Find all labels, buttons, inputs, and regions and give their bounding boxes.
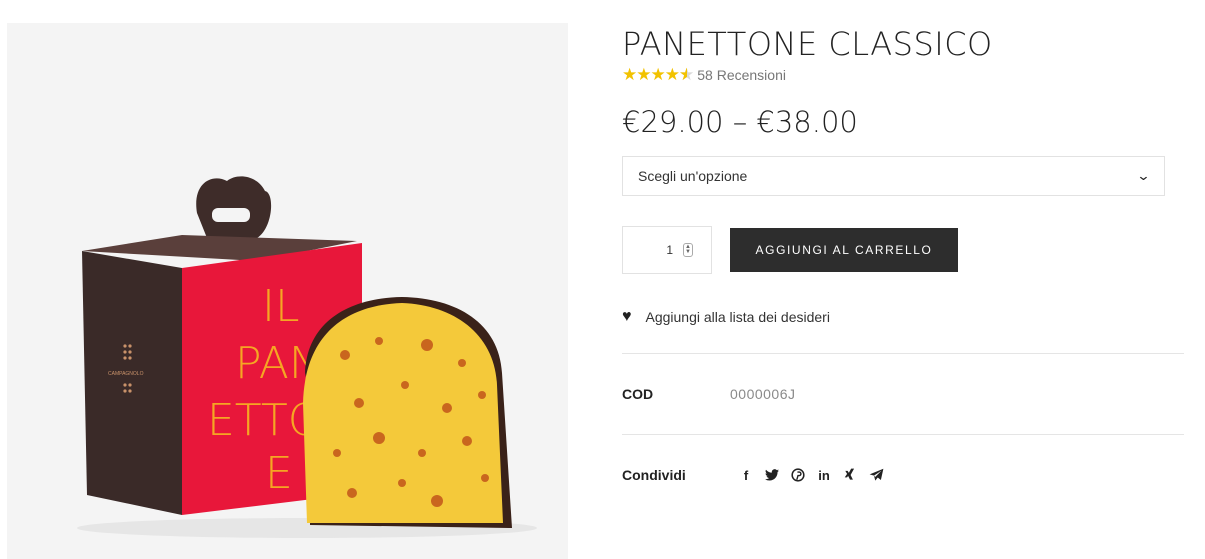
social-share-links: f in <box>738 467 884 483</box>
star-icon: ★ <box>636 65 651 84</box>
brand-text: CAMPAGNOLO <box>108 371 144 377</box>
box-line-4: E <box>265 448 293 499</box>
quantity-input[interactable]: 1 ▲ ▼ <box>622 226 712 274</box>
chevron-down-icon: ⌄ <box>1136 168 1151 183</box>
sku-value: 0000006J <box>730 386 796 402</box>
handle-hole <box>212 208 250 222</box>
star-icon: ★ <box>664 65 680 84</box>
sku-label: COD <box>622 386 654 402</box>
box-handle <box>196 176 272 238</box>
share-row: Condividi f in <box>622 435 1184 515</box>
facebook-icon[interactable]: f <box>738 467 754 483</box>
add-to-cart-button[interactable]: AGGIUNGI AL CARRELLO <box>730 228 958 272</box>
add-to-cart-row: 1 ▲ ▼ AGGIUNGI AL CARRELLO <box>622 226 1184 274</box>
reviews-link[interactable]: 58 Recensioni <box>697 67 786 83</box>
box-side <box>82 251 182 515</box>
star-icon: ★ <box>650 65 666 84</box>
rating-row: ★ ★ ★ ★ ★ 58 Recensioni <box>622 65 1184 85</box>
star-icon: ★ <box>622 65 637 84</box>
xing-icon[interactable] <box>842 467 858 483</box>
share-label: Condividi <box>622 467 686 483</box>
heart-icon: ♥ <box>622 308 632 325</box>
price-range: €29.00 – €38.00 <box>622 105 858 139</box>
quantity-stepper[interactable]: ▲ ▼ <box>683 243 693 257</box>
option-select-value: Scegli un'opzione <box>638 168 748 184</box>
wishlist-label: Aggiungi alla lista dei desideri <box>645 309 830 325</box>
product-image[interactable]: CAMPAGNOLO IL PAN ETTO E <box>7 23 568 559</box>
twitter-icon[interactable] <box>764 467 780 483</box>
star-half-icon: ★ <box>679 66 694 85</box>
product-summary: PANETTONE CLASSICO ★ ★ ★ ★ ★ 58 Recensio… <box>622 24 1184 515</box>
wishlist-link[interactable]: ♥ Aggiungi alla lista dei desideri <box>622 308 1184 326</box>
panettone-illustration: CAMPAGNOLO IL PAN ETTO E <box>77 176 537 538</box>
slice-crumb <box>303 303 503 523</box>
product-title: PANETTONE CLASSICO <box>622 25 993 63</box>
star-rating[interactable]: ★ ★ ★ ★ ★ <box>622 65 694 85</box>
quantity-value: 1 <box>666 243 674 257</box>
linkedin-icon[interactable]: in <box>816 467 832 483</box>
telegram-icon[interactable] <box>868 467 884 483</box>
sku-row: COD 0000006J <box>622 354 1184 434</box>
stepper-down-icon[interactable]: ▼ <box>685 249 691 255</box>
box-line-1: IL <box>262 281 300 332</box>
pinterest-icon[interactable] <box>790 467 806 483</box>
option-select[interactable]: Scegli un'opzione ⌄ <box>622 156 1165 196</box>
